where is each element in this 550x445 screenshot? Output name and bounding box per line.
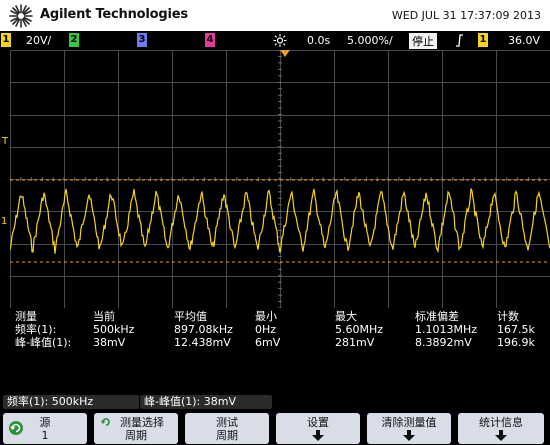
rotate-knob-icon <box>101 418 110 426</box>
channel-3-indicator[interactable]: 3 <box>137 33 147 47</box>
frequency-readout[interactable]: 频率(1): 500kHz <box>3 395 139 409</box>
frequency-current: 500kHz <box>93 323 135 336</box>
softkey-menu: 源 1 测量选择 周期 测试 周期 设置 清除测量值 统计信息 <box>0 412 550 445</box>
frequency-min: 0Hz <box>255 323 277 336</box>
measurement-select-value: 周期 <box>125 429 147 442</box>
statistics-softkey-label: 统计信息 <box>479 416 523 429</box>
peak-to-peak-current: 38mV <box>93 336 126 349</box>
trigger-position-marker[interactable] <box>280 50 290 58</box>
svg-text:T: T <box>1 136 9 147</box>
frequency-std-dev: 1.1013MHz <box>415 323 478 336</box>
timebase: 5.000%/ <box>347 34 393 47</box>
trigger-level: 36.0V <box>508 34 541 47</box>
channel-4-indicator[interactable]: 4 <box>205 33 215 47</box>
arrow-down-icon <box>312 430 324 441</box>
measurement-readouts: 频率(1): 500kHz 峰-峰值(1): 38mV <box>0 393 550 410</box>
arrow-down-icon <box>495 430 507 441</box>
run-state: 停止 <box>409 33 437 49</box>
row-label-peak-to-peak: 峰-峰值(1): <box>15 336 72 349</box>
peak-to-peak-mean: 12.438mV <box>174 336 231 349</box>
measurement-statistics-table: 测量 当前 平均值 最小 最大 标准偏差 计数 频率(1): 500kHz 89… <box>15 308 550 352</box>
peak-to-peak-max: 281mV <box>335 336 375 349</box>
frequency-max: 5.60MHz <box>335 323 384 336</box>
statistics-softkey[interactable]: 统计信息 <box>458 413 544 444</box>
brand-name: Agilent Technologies <box>40 7 188 22</box>
column-header: 当前 <box>93 310 115 323</box>
row-label-frequency: 频率(1): <box>15 323 57 336</box>
status-bar: 1 20V/ 2 3 4 0.0s 5.000%/ 停止 1 36.0V <box>0 31 550 50</box>
peak-to-peak-std-dev: 8.3892mV <box>415 336 472 349</box>
trigger-level-marker[interactable]: T <box>1 136 9 147</box>
agilent-spark-logo-icon <box>9 4 33 28</box>
title-bar: Agilent Technologies WED JUL 31 17:37:09… <box>0 0 550 31</box>
frequency-mean: 897.08kHz <box>174 323 233 336</box>
settings-softkey-label: 设置 <box>307 416 329 429</box>
sun-brightness-icon <box>273 34 287 47</box>
column-header: 测量 <box>15 310 37 323</box>
settings-softkey[interactable]: 设置 <box>276 413 360 444</box>
channel-1-indicator[interactable]: 1 <box>1 33 11 47</box>
test-softkey-label: 测试 <box>216 416 238 429</box>
horizontal-delay: 0.0s <box>307 34 331 47</box>
source-softkey[interactable]: 源 1 <box>3 413 87 444</box>
waveform-display[interactable] <box>10 50 550 308</box>
channel-2-indicator[interactable]: 2 <box>69 33 79 47</box>
clear-measurements-softkey[interactable]: 清除测量值 <box>367 413 451 444</box>
frequency-count: 167.5k <box>497 323 535 336</box>
date-time: WED JUL 31 17:37:09 2013 <box>391 9 541 22</box>
column-header: 平均值 <box>174 310 207 323</box>
channel-1-scale: 20V/ <box>26 34 52 47</box>
trigger-edge-icon <box>456 34 463 47</box>
test-softkey-value: 周期 <box>216 429 238 442</box>
measurement-select-softkey[interactable]: 测量选择 周期 <box>94 413 178 444</box>
arrow-down-icon <box>403 430 415 441</box>
trigger-channel[interactable]: 1 <box>478 33 488 47</box>
column-header: 标准偏差 <box>415 310 459 323</box>
svg-text:1: 1 <box>1 216 7 227</box>
test-softkey[interactable]: 测试 周期 <box>185 413 269 444</box>
peak-to-peak-readout[interactable]: 峰-峰值(1): 38mV <box>140 395 272 409</box>
peak-to-peak-min: 6mV <box>255 336 281 349</box>
column-header: 最小 <box>255 310 277 323</box>
column-header: 计数 <box>497 310 519 323</box>
clear-measurements-label: 清除测量值 <box>381 416 437 429</box>
channel-markers: T 1 <box>1 136 9 227</box>
rotate-knob-icon <box>9 421 23 435</box>
peak-to-peak-count: 196.9k <box>497 336 535 349</box>
column-header: 最大 <box>335 310 357 323</box>
channel-1-ground-marker[interactable]: 1 <box>1 216 7 227</box>
